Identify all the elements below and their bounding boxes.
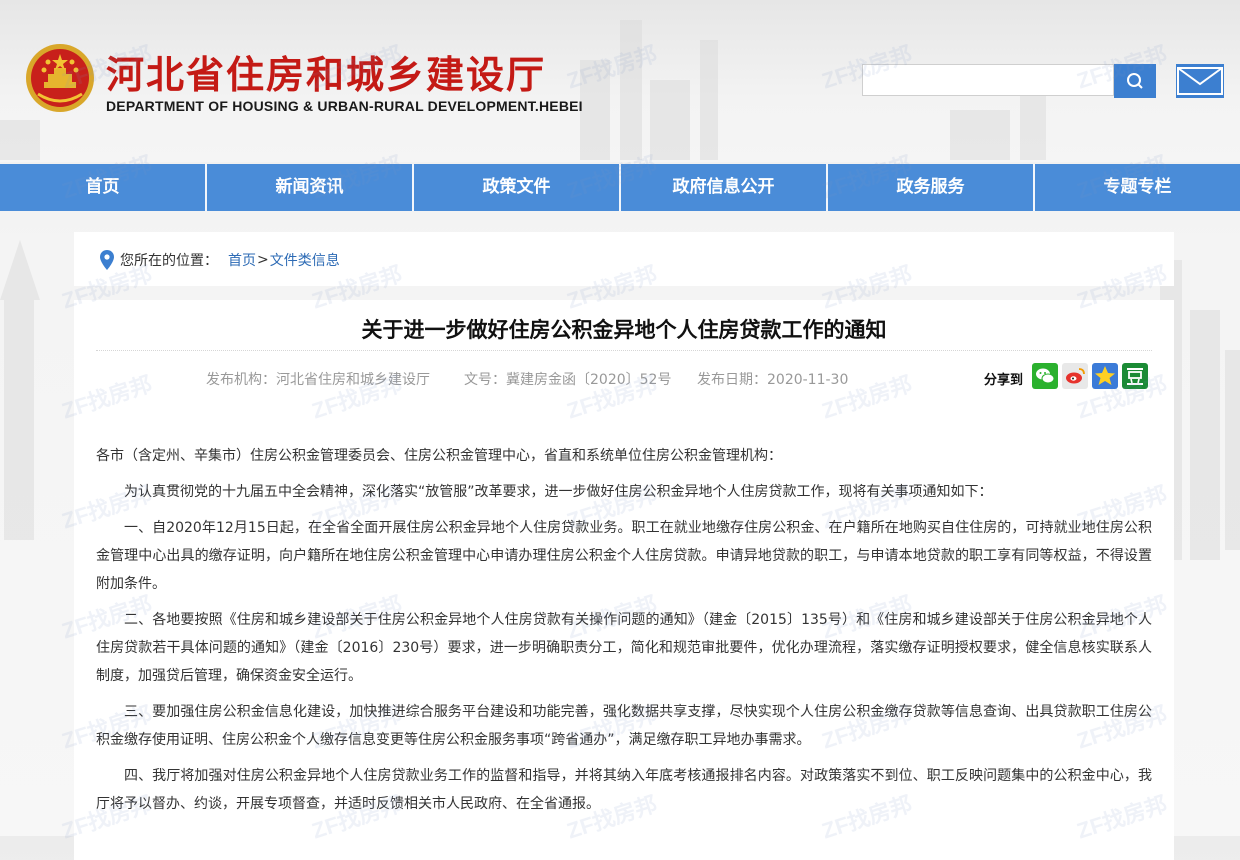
- mail-button[interactable]: [1176, 64, 1224, 98]
- article-paragraph: 各市（含定州、辛集市）住房公积金管理委员会、住房公积金管理中心，省直和系统单位住…: [96, 448, 782, 464]
- breadcrumb-label: 您所在的位置：: [120, 253, 218, 269]
- nav-policy[interactable]: 政策文件: [414, 164, 621, 211]
- weibo-icon[interactable]: [1062, 363, 1088, 389]
- article-paragraph: 为认真贯彻党的十九届五中全会精神，深化落实“放管服”改革要求，进一步做好住房公积…: [124, 484, 993, 500]
- main-nav: 首页 新闻资讯 政策文件 政府信息公开 政务服务 专题专栏: [0, 164, 1240, 211]
- article-paragraph: 三、要加强住房公积金信息化建设，加快推进综合服务平台建设和功能完善，强化数据共享…: [96, 704, 1152, 748]
- qzone-icon[interactable]: [1092, 363, 1118, 389]
- breadcrumb-current-link[interactable]: 文件类信息: [270, 250, 340, 270]
- search-icon: [1127, 73, 1143, 89]
- article-paragraph: 四、我厅将加强对住房公积金异地个人住房贷款业务工作的监督和指导，并将其纳入年底考…: [96, 768, 1152, 812]
- article-publish-date: 发布日期：2020-11-30: [697, 372, 849, 388]
- search-box: [862, 64, 1156, 98]
- breadcrumb: 您所在的位置： 首页 > 文件类信息: [100, 250, 340, 270]
- article-publisher: 发布机构：河北省住房和城乡建设厅: [206, 372, 430, 388]
- douban-icon[interactable]: [1122, 363, 1148, 389]
- nav-topics[interactable]: 专题专栏: [1035, 164, 1240, 211]
- nav-gov-info[interactable]: 政府信息公开: [621, 164, 828, 211]
- breadcrumb-box: 您所在的位置： 首页 > 文件类信息: [74, 232, 1174, 286]
- site-title: 河北省住房和城乡建设厅: [106, 53, 547, 97]
- nav-home[interactable]: 首页: [0, 164, 207, 211]
- search-input[interactable]: [862, 64, 1114, 96]
- location-pin-icon: [100, 250, 114, 270]
- share-label: 分享到: [984, 373, 1024, 388]
- site-subtitle: DEPARTMENT OF HOUSING & URBAN-RURAL DEVE…: [106, 98, 583, 114]
- article-paragraph: 二、各地要按照《住房和城乡建设部关于住房公积金异地个人住房贷款有关操作问题的通知…: [96, 612, 1152, 684]
- nav-services[interactable]: 政务服务: [828, 164, 1035, 211]
- nav-news[interactable]: 新闻资讯: [207, 164, 414, 211]
- wechat-icon[interactable]: [1032, 363, 1058, 389]
- article-title: 关于进一步做好住房公积金异地个人住房贷款工作的通知: [361, 318, 887, 342]
- article-paragraph: 一、自2020年12月15日起，在全省全面开展住房公积金异地个人住房贷款业务。职…: [96, 520, 1152, 592]
- breadcrumb-separator: >: [257, 252, 269, 268]
- national-emblem-icon: [26, 44, 94, 112]
- mail-icon: [1177, 67, 1223, 95]
- title-divider: [96, 350, 1152, 351]
- article-body: 各市（含定州、辛集市）住房公积金管理委员会、住房公积金管理中心，省直和系统单位住…: [96, 442, 1152, 818]
- article-doc-number: 文号：冀建房金函〔2020〕52号: [464, 372, 672, 388]
- breadcrumb-home-link[interactable]: 首页: [228, 250, 256, 270]
- article-panel: 关于进一步做好住房公积金异地个人住房贷款工作的通知 发布机构：河北省住房和城乡建…: [74, 300, 1174, 860]
- search-button[interactable]: [1114, 64, 1156, 98]
